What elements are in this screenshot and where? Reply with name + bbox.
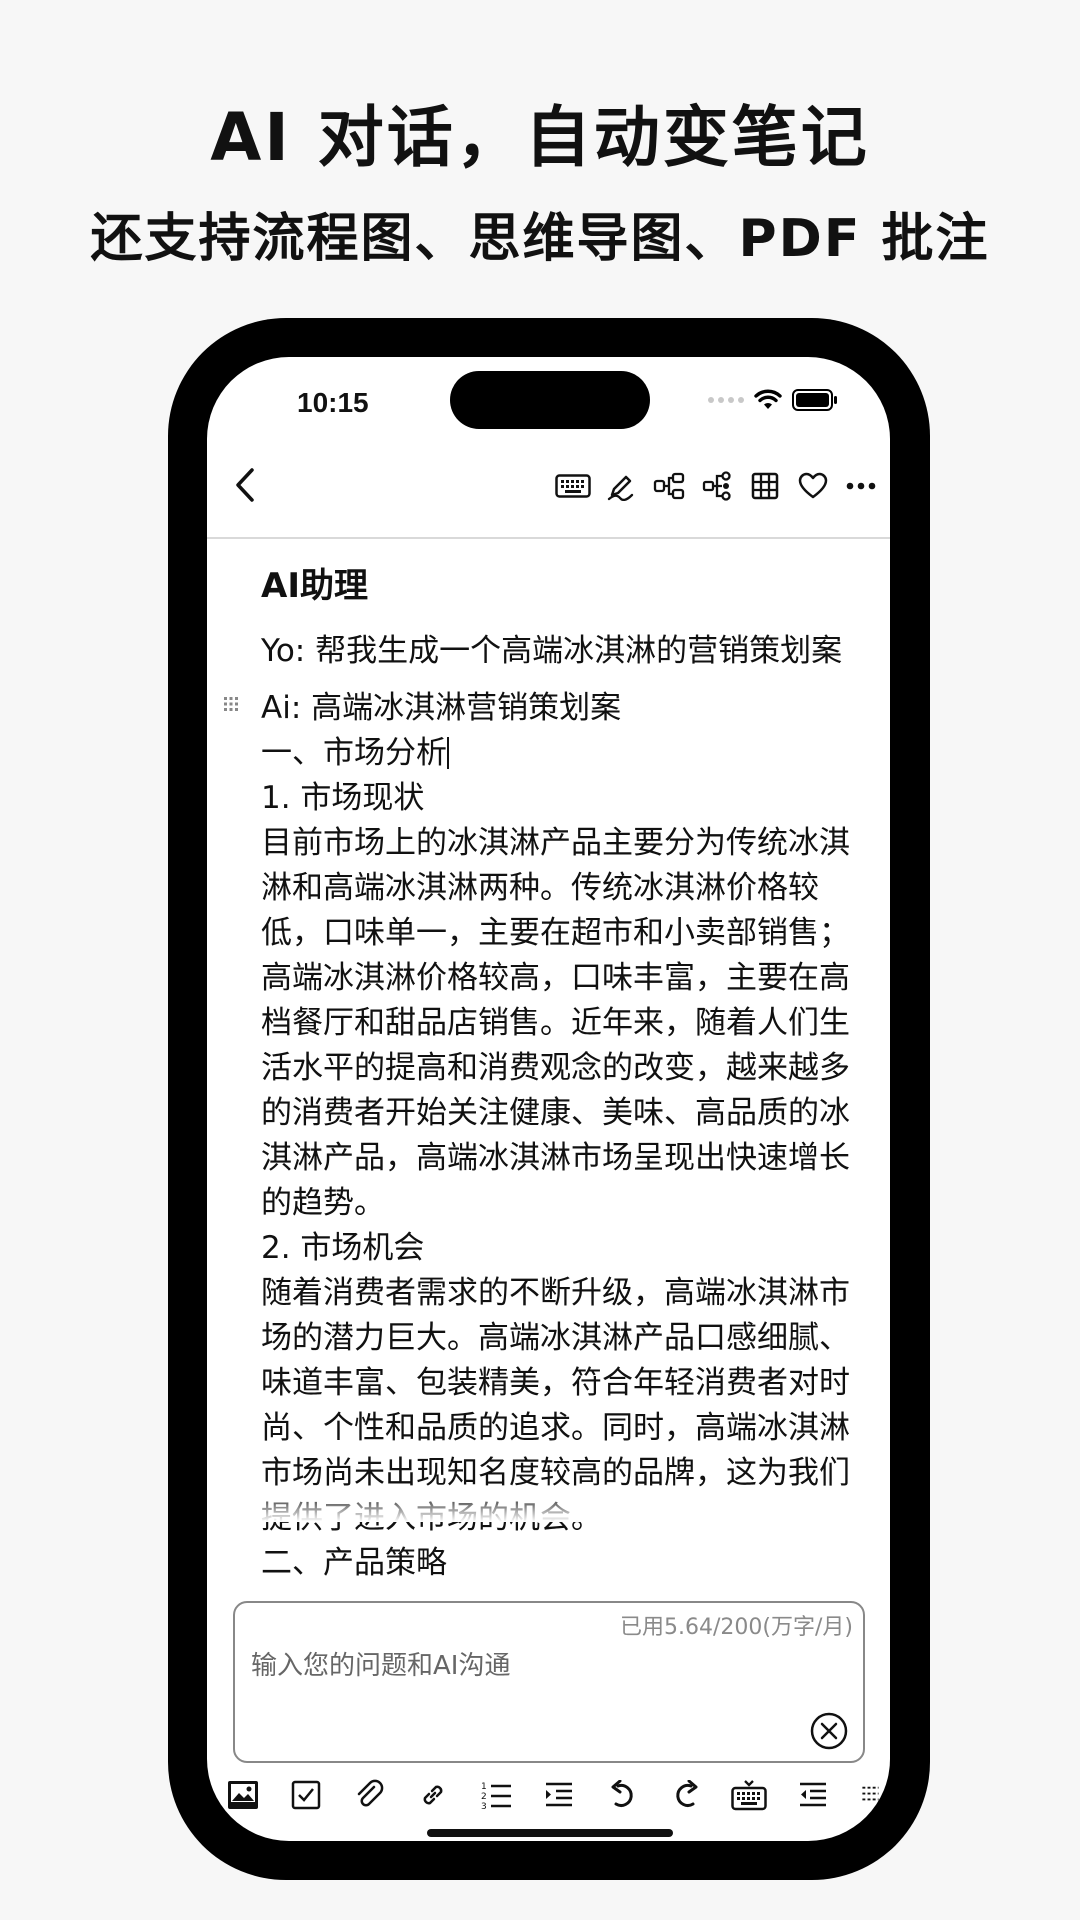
promo-subheadline: 还支持流程图、思维导图、PDF 批注 — [90, 209, 990, 269]
usage-counter: 已用5.64/200(万字/月) — [620, 1615, 853, 1640]
answer-heading: Ai: 高端冰淇淋营销策划案 — [261, 690, 622, 726]
keyboard-icon[interactable] — [554, 467, 592, 505]
undo-icon[interactable] — [605, 1777, 641, 1813]
ai-input-box[interactable]: 已用5.64/200(万字/月) 输入您的问题和AI沟通 — [233, 1601, 865, 1763]
ai-answer: Ai: 高端冰淇淋营销策划案 一、市场分析 1. 市场现状 目前市场上的冰淇淋产… — [224, 686, 871, 1586]
image-icon[interactable] — [225, 1777, 261, 1813]
table-icon[interactable] — [746, 467, 784, 505]
outdent-icon[interactable] — [795, 1777, 831, 1813]
wifi-icon — [754, 389, 782, 409]
attachment-icon[interactable] — [352, 1777, 388, 1813]
numbered-list-icon[interactable]: 123 — [478, 1777, 514, 1813]
flowchart-icon[interactable] — [650, 467, 688, 505]
mindmap-icon[interactable] — [698, 467, 736, 505]
svg-text:1: 1 — [481, 1782, 487, 1792]
ai-input-placeholder[interactable]: 输入您的问题和AI沟通 — [251, 1645, 510, 1682]
note-toolbar — [207, 437, 890, 539]
indent-icon[interactable] — [541, 1777, 577, 1813]
link-icon[interactable] — [415, 1777, 451, 1813]
status-time: 10:15 — [297, 387, 369, 418]
paragraph: 目前市场上的冰淇淋产品主要分为传统冰淇淋和高端冰淇淋两种。传统冰淇淋价格较低，口… — [261, 825, 850, 1221]
drag-handle-icon[interactable] — [223, 696, 239, 716]
format-toolbar: 123 — [207, 1769, 890, 1821]
phone-screen: 10:15 AI助理 Yo: 帮我生成一个高端冰淇淋的营销策划案 Ai: 高端冰… — [207, 357, 890, 1841]
signal-icon — [708, 397, 744, 403]
home-indicator — [427, 1829, 673, 1837]
content-fade — [207, 1492, 890, 1522]
pen-icon[interactable] — [602, 467, 640, 505]
section-heading: 一、市场分析 — [261, 735, 449, 771]
status-icons — [708, 385, 838, 415]
svg-text:3: 3 — [481, 1802, 487, 1810]
hide-keyboard-icon[interactable] — [731, 1777, 768, 1813]
redo-icon[interactable] — [668, 1777, 704, 1813]
subsection-heading: 1. 市场现状 — [261, 780, 425, 816]
checkbox-icon[interactable] — [288, 1777, 324, 1813]
text-cursor — [447, 737, 449, 769]
note-content[interactable]: AI助理 Yo: 帮我生成一个高端冰淇淋的营销策划案 Ai: 高端冰淇淋营销策划… — [224, 564, 871, 1586]
section-heading: 二、产品策略 — [261, 1545, 447, 1581]
more-icon[interactable] — [842, 467, 880, 505]
note-title: AI助理 — [261, 566, 368, 606]
close-icon[interactable] — [809, 1711, 849, 1751]
heart-icon[interactable] — [794, 467, 832, 505]
subsection-heading: 2. 市场机会 — [261, 1230, 425, 1266]
dynamic-island — [450, 371, 650, 429]
user-question: Yo: 帮我生成一个高端冰淇淋的营销策划案 — [261, 633, 843, 669]
promo-headline: AI 对话，自动变笔记 — [210, 99, 870, 176]
svg-text:2: 2 — [481, 1792, 487, 1802]
more-format-icon[interactable] — [858, 1777, 880, 1813]
battery-icon — [792, 389, 837, 411]
back-icon[interactable] — [225, 463, 265, 507]
